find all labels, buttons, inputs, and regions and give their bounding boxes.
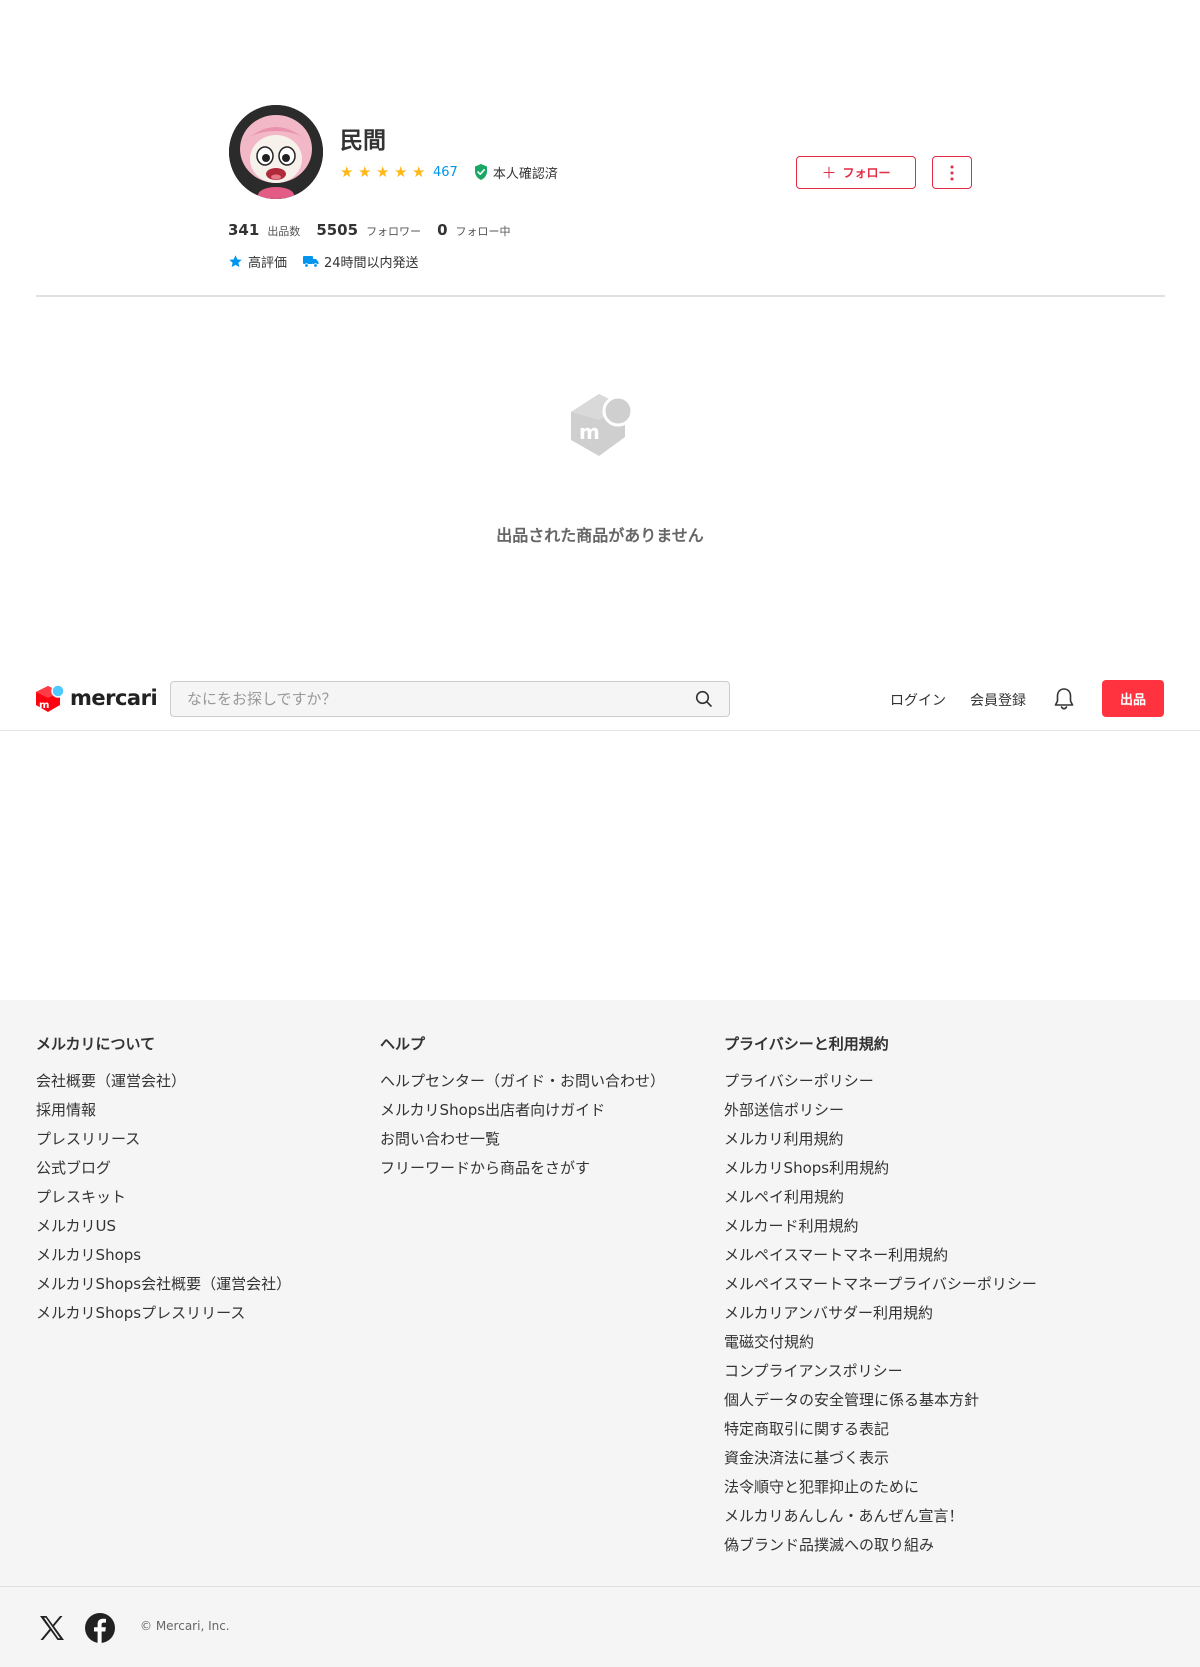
svg-text:m: m	[39, 700, 49, 711]
footer-link[interactable]: メルカリアンバサダー利用規約	[724, 1304, 933, 1322]
badge-label: 24時間以内発送	[324, 256, 419, 271]
footer-link[interactable]: 特定商取引に関する表記	[724, 1420, 889, 1438]
star-icon: ★	[376, 163, 390, 181]
username: 民間	[340, 128, 386, 154]
footer-link[interactable]: メルカリ利用規約	[724, 1130, 844, 1148]
profile-divider	[36, 295, 1165, 297]
more-options-button[interactable]	[932, 156, 972, 189]
search-icon[interactable]	[695, 690, 713, 708]
footer-link[interactable]: プライバシーポリシー	[724, 1072, 874, 1090]
follower-count[interactable]: 5505	[316, 221, 358, 239]
footer-link[interactable]: お問い合わせ一覧	[380, 1130, 500, 1148]
site-header: m mercari ログイン 会員登録 出品	[0, 660, 1200, 731]
rating-stars: ★ ★ ★ ★ ★	[340, 164, 428, 180]
follow-label: フォロー	[842, 166, 891, 180]
search-bar[interactable]	[170, 681, 730, 717]
star-icon: ★	[358, 163, 372, 181]
follower-count-label[interactable]: フォロワー	[366, 223, 421, 239]
star-icon	[229, 255, 242, 268]
footer-link[interactable]: 採用情報	[36, 1101, 96, 1119]
listing-count: 341	[228, 221, 260, 239]
footer-link[interactable]: メルペイスマートマネープライバシーポリシー	[724, 1275, 1037, 1293]
footer-link[interactable]: プレスキット	[36, 1188, 126, 1206]
search-input[interactable]	[187, 690, 695, 708]
footer-link[interactable]: メルカリShops出店者向けガイド	[380, 1101, 605, 1119]
mercari-logo-icon: m	[36, 684, 64, 712]
kebab-menu-icon	[950, 165, 954, 180]
empty-state-message: 出品された商品がありません	[496, 526, 704, 545]
footer-col-title: メルカリについて	[36, 1035, 156, 1053]
rating-row: ★ ★ ★ ★ ★ 467 本人確認済	[340, 162, 558, 182]
footer-link[interactable]: 個人データの安全管理に係る基本方針	[724, 1391, 979, 1409]
footer-link[interactable]: メルカード利用規約	[724, 1217, 859, 1235]
footer-link[interactable]: メルペイスマートマネー利用規約	[724, 1246, 948, 1264]
listing-count-label: 出品数	[267, 225, 301, 238]
facebook-icon[interactable]	[84, 1612, 116, 1644]
footer-col-about: メルカリについて 会社概要（運営会社） 採用情報 プレスリリース 公式ブログ プ…	[36, 1034, 291, 1332]
footer-link[interactable]: ヘルプセンター（ガイド・お問い合わせ）	[380, 1072, 665, 1090]
footer-link[interactable]: メルカリShops	[36, 1246, 141, 1264]
sell-button[interactable]: 出品	[1102, 680, 1164, 717]
following-count-label[interactable]: フォロー中	[456, 223, 511, 239]
footer-link[interactable]: コンプライアンスポリシー	[724, 1362, 903, 1380]
login-link[interactable]: ログイン	[890, 690, 946, 710]
footer-col-title: プライバシーと利用規約	[724, 1035, 889, 1053]
mercari-box-icon: m	[571, 394, 634, 456]
following-count[interactable]: 0	[437, 221, 447, 239]
footer-link[interactable]: プレスリリース	[36, 1130, 140, 1148]
footer-link[interactable]: 外部送信ポリシー	[724, 1101, 844, 1119]
footer-link[interactable]: 法令順守と犯罪抑止のために	[724, 1478, 919, 1496]
follow-button[interactable]: ＋ フォロー	[796, 156, 916, 189]
badge-high-rating: 高評価	[228, 252, 287, 271]
badge-label: 高評価	[248, 256, 288, 271]
footer-col-title: ヘルプ	[380, 1035, 426, 1053]
bell-icon[interactable]	[1053, 687, 1075, 711]
footer-link[interactable]: 偽ブランド品撲滅への取り組み	[724, 1536, 934, 1554]
badge-fast-shipping: 24時間以内発送	[303, 252, 419, 271]
review-count-link[interactable]: 467	[433, 165, 458, 180]
x-twitter-icon[interactable]	[36, 1612, 68, 1644]
star-icon: ★	[394, 163, 408, 181]
footer-link[interactable]: メルカリShops会社概要（運営会社）	[36, 1275, 291, 1293]
footer-link[interactable]: 資金決済法に基づく表示	[724, 1449, 889, 1467]
logo-wordmark: mercari	[70, 686, 158, 710]
profile-stats: 341 出品数 5505 フォロワー 0 フォロー中	[228, 221, 527, 239]
footer-link[interactable]: メルカリShopsプレスリリース	[36, 1304, 245, 1322]
footer-col-help: ヘルプ ヘルプセンター（ガイド・お問い合わせ） メルカリShops出店者向けガイ…	[380, 1034, 665, 1187]
footer-link[interactable]: メルペイ利用規約	[724, 1188, 844, 1206]
verified-badge: 本人確認済	[474, 163, 558, 182]
footer-divider	[0, 1586, 1200, 1587]
star-icon: ★	[340, 163, 354, 181]
plus-icon: ＋	[821, 165, 837, 182]
footer-link[interactable]: 公式ブログ	[36, 1159, 111, 1177]
copyright: © Mercari, Inc.	[140, 1619, 230, 1633]
shield-check-icon	[474, 164, 487, 180]
truck-icon	[303, 256, 319, 268]
footer-col-privacy: プライバシーと利用規約 プライバシーポリシー 外部送信ポリシー メルカリ利用規約…	[724, 1034, 1037, 1564]
verified-label: 本人確認済	[492, 166, 558, 182]
footer-link[interactable]: 電磁交付規約	[724, 1333, 814, 1351]
svg-text:m: m	[579, 420, 600, 444]
avatar	[229, 105, 323, 199]
seller-badges: 高評価 24時間以内発送	[228, 252, 435, 271]
signup-link[interactable]: 会員登録	[970, 690, 1026, 710]
footer-link[interactable]: メルカリあんしん・あんぜん宣言！	[724, 1507, 964, 1525]
star-icon: ★	[412, 163, 426, 181]
footer-link[interactable]: フリーワードから商品をさがす	[380, 1159, 590, 1177]
footer-link[interactable]: 会社概要（運営会社）	[36, 1072, 186, 1090]
footer-link[interactable]: メルカリShops利用規約	[724, 1159, 889, 1177]
site-footer: メルカリについて 会社概要（運営会社） 採用情報 プレスリリース 公式ブログ プ…	[0, 1000, 1200, 1667]
footer-link[interactable]: メルカリUS	[36, 1217, 116, 1235]
mercari-logo[interactable]: m mercari	[36, 683, 158, 713]
